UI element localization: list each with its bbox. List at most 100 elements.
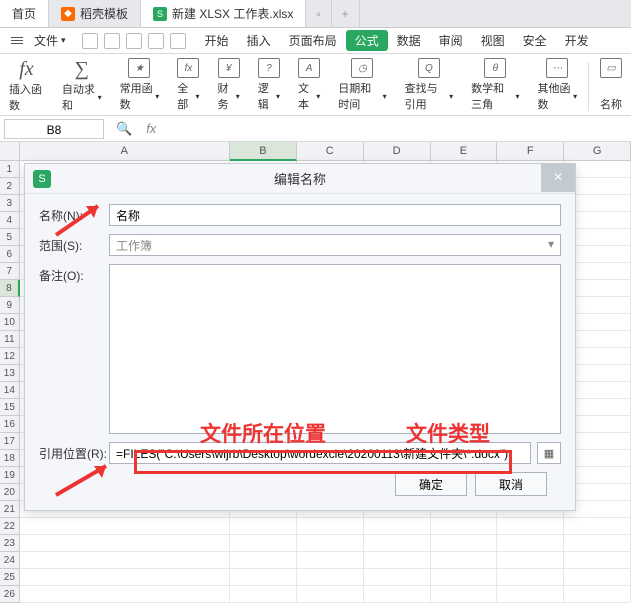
cell[interactable] — [564, 535, 631, 552]
row-header[interactable]: 17 — [0, 433, 20, 450]
cell[interactable] — [297, 586, 364, 603]
row-header[interactable]: 26 — [0, 586, 20, 603]
fx-icon[interactable]: fx — [146, 121, 156, 136]
qa-preview-icon[interactable] — [126, 33, 142, 49]
menu-insert[interactable]: 插入 — [238, 32, 280, 49]
col-header[interactable]: E — [431, 142, 498, 161]
row-header[interactable]: 9 — [0, 297, 20, 314]
cell[interactable] — [564, 518, 631, 535]
ribbon-datetime[interactable]: ◷日期和时间▾ — [329, 58, 395, 115]
cancel-button[interactable]: 取消 — [475, 472, 547, 496]
row-header[interactable]: 22 — [0, 518, 20, 535]
cell[interactable] — [497, 518, 564, 535]
cell[interactable] — [431, 552, 498, 569]
menu-review[interactable]: 审阅 — [430, 32, 472, 49]
row-header[interactable]: 10 — [0, 314, 20, 331]
ribbon-common[interactable]: ★常用函数▾ — [111, 58, 169, 115]
cell[interactable] — [230, 552, 297, 569]
ribbon-math[interactable]: θ数学和三角▾ — [462, 58, 528, 115]
cell[interactable] — [20, 535, 230, 552]
row-header[interactable]: 2 — [0, 178, 20, 195]
cell[interactable] — [497, 586, 564, 603]
qa-print-icon[interactable] — [104, 33, 120, 49]
row-header[interactable]: 20 — [0, 484, 20, 501]
cell[interactable] — [497, 535, 564, 552]
row-header[interactable]: 1 — [0, 161, 20, 178]
tab-menu[interactable]: ▫ — [306, 0, 331, 27]
row-header[interactable]: 13 — [0, 365, 20, 382]
hamburger-icon[interactable] — [6, 32, 28, 50]
menu-file[interactable]: 文件▾ — [28, 32, 72, 49]
menu-start[interactable]: 开始 — [196, 32, 238, 49]
ribbon-names[interactable]: ▭名称 — [591, 58, 631, 115]
cell[interactable] — [431, 535, 498, 552]
search-icon[interactable]: 🔍 — [116, 121, 132, 137]
cell[interactable] — [564, 569, 631, 586]
cell[interactable] — [297, 552, 364, 569]
menu-security[interactable]: 安全 — [514, 32, 556, 49]
row-header[interactable]: 21 — [0, 501, 20, 518]
tab-add[interactable]: + — [332, 0, 360, 27]
tab-template[interactable]: ◆稻壳模板 — [49, 0, 141, 27]
cell[interactable] — [431, 518, 498, 535]
menu-dev[interactable]: 开发 — [556, 32, 598, 49]
menu-data[interactable]: 数据 — [388, 32, 430, 49]
row-header[interactable]: 3 — [0, 195, 20, 212]
col-header[interactable]: C — [297, 142, 364, 161]
col-header[interactable]: D — [364, 142, 431, 161]
row-header[interactable]: 5 — [0, 229, 20, 246]
scope-select[interactable]: 工作簿 — [109, 234, 561, 256]
cell[interactable] — [564, 586, 631, 603]
cell[interactable] — [20, 586, 230, 603]
col-header[interactable]: A — [20, 142, 230, 161]
col-header[interactable]: F — [497, 142, 564, 161]
cell[interactable] — [431, 586, 498, 603]
row-header[interactable]: 12 — [0, 348, 20, 365]
row-header[interactable]: 24 — [0, 552, 20, 569]
cell[interactable] — [230, 586, 297, 603]
row-header[interactable]: 14 — [0, 382, 20, 399]
col-header[interactable]: B — [230, 142, 297, 161]
cell[interactable] — [364, 552, 431, 569]
row-header[interactable]: 19 — [0, 467, 20, 484]
cell[interactable] — [364, 586, 431, 603]
cell[interactable] — [364, 518, 431, 535]
cell[interactable] — [230, 569, 297, 586]
cell[interactable] — [297, 518, 364, 535]
row-header[interactable]: 16 — [0, 416, 20, 433]
cell[interactable] — [431, 569, 498, 586]
menu-view[interactable]: 视图 — [472, 32, 514, 49]
ribbon-text[interactable]: A文本▾ — [289, 58, 329, 115]
cell[interactable] — [497, 552, 564, 569]
ribbon-all[interactable]: fx全部▾ — [168, 58, 208, 115]
ribbon-logic[interactable]: ?逻辑▾ — [249, 58, 289, 115]
row-header[interactable]: 11 — [0, 331, 20, 348]
ribbon-lookup[interactable]: Q查找与引用▾ — [396, 58, 462, 115]
name-input[interactable] — [109, 204, 561, 226]
row-header[interactable]: 4 — [0, 212, 20, 229]
row-header[interactable]: 25 — [0, 569, 20, 586]
cell[interactable] — [230, 535, 297, 552]
row-header[interactable]: 15 — [0, 399, 20, 416]
name-box[interactable]: B8 — [4, 119, 104, 139]
select-all-corner[interactable] — [0, 142, 20, 161]
tab-home[interactable]: 首页 — [0, 0, 49, 27]
cell[interactable] — [297, 569, 364, 586]
col-header[interactable]: G — [564, 142, 631, 161]
qa-redo-icon[interactable] — [170, 33, 186, 49]
ribbon-autosum[interactable]: ∑自动求和▾ — [53, 58, 111, 115]
row-header[interactable]: 8 — [0, 280, 20, 297]
menu-formula[interactable]: 公式 — [346, 30, 388, 51]
cell[interactable] — [564, 552, 631, 569]
close-button[interactable]: × — [541, 164, 575, 192]
qa-undo-icon[interactable] — [148, 33, 164, 49]
row-header[interactable]: 7 — [0, 263, 20, 280]
ribbon-finance[interactable]: ¥财务▾ — [209, 58, 249, 115]
ok-button[interactable]: 确定 — [395, 472, 467, 496]
row-header[interactable]: 18 — [0, 450, 20, 467]
ref-input[interactable] — [109, 442, 531, 464]
menu-layout[interactable]: 页面布局 — [280, 32, 346, 49]
cell[interactable] — [230, 518, 297, 535]
note-textarea[interactable] — [109, 264, 561, 434]
cell[interactable] — [20, 552, 230, 569]
